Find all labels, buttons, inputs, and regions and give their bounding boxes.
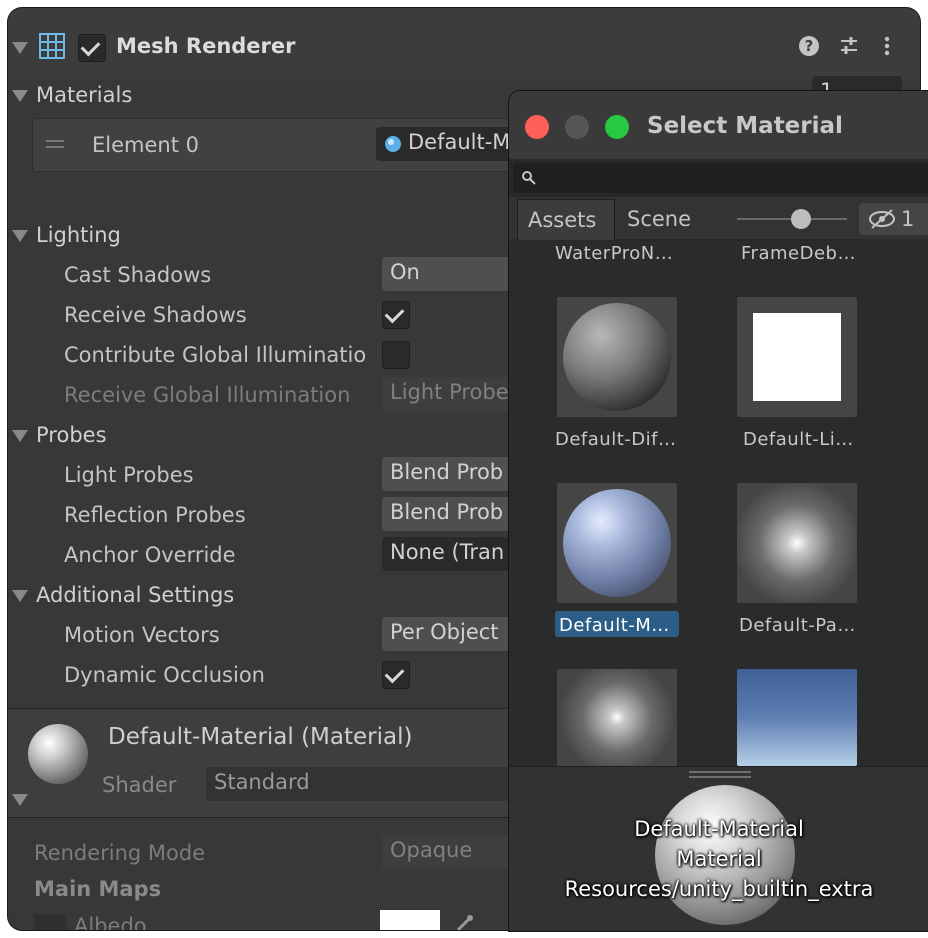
motion-vectors-label: Motion Vectors: [64, 623, 220, 647]
receive-shadows-label: Receive Shadows: [64, 303, 247, 327]
popup-title: Select Material: [647, 113, 843, 139]
additional-header[interactable]: Additional Settings: [36, 583, 234, 607]
help-icon[interactable]: ?: [798, 35, 820, 57]
lighting-foldout-arrow[interactable]: [12, 230, 28, 242]
shader-dropdown[interactable]: Standard: [206, 767, 536, 801]
asset-caption[interactable]: FrameDeb…: [741, 243, 856, 264]
light-probes-label: Light Probes: [64, 463, 194, 487]
contribute-gi-label: Contribute Global Illuminatio: [64, 343, 367, 367]
receive-shadows-checkbox[interactable]: [382, 301, 410, 329]
probes-header[interactable]: Probes: [36, 423, 107, 447]
kebab-menu-icon[interactable]: [882, 35, 892, 57]
main-maps-label: Main Maps: [34, 877, 162, 901]
materials-header[interactable]: Materials: [36, 83, 132, 107]
cast-shadows-label: Cast Shadows: [64, 263, 212, 287]
material-foldout-arrow[interactable]: [12, 794, 28, 806]
hidden-eye-icon: [869, 209, 895, 229]
material-name: Default-Material (Material): [108, 724, 413, 750]
probes-foldout-arrow[interactable]: [12, 430, 28, 442]
component-foldout-arrow[interactable]: [12, 42, 28, 54]
dynamic-occlusion-checkbox[interactable]: [382, 661, 410, 689]
element-label: Element 0: [92, 133, 199, 157]
asset-caption[interactable]: Default-Pa…: [739, 615, 856, 636]
dynamic-occlusion-label: Dynamic Occlusion: [64, 663, 265, 687]
preview-name: Default-Material: [634, 817, 804, 841]
material-preview-sphere: [28, 724, 88, 784]
zoom-slider-thumb[interactable]: [791, 209, 811, 229]
zoom-button[interactable]: [605, 115, 629, 139]
albedo-color-field[interactable]: [380, 910, 440, 930]
search-icon: [522, 171, 536, 185]
lighting-header[interactable]: Lighting: [36, 223, 121, 247]
component-title: Mesh Renderer: [116, 34, 296, 58]
close-button[interactable]: [525, 115, 549, 139]
material-dot-icon: [385, 136, 401, 152]
rendering-mode-label: Rendering Mode: [34, 841, 206, 865]
receive-gi-label: Receive Global Illumination: [64, 383, 351, 407]
asset-caption[interactable]: Default-M…: [559, 615, 670, 636]
asset-thumb-skybox[interactable]: [737, 669, 857, 766]
asset-thumb-particle[interactable]: [557, 669, 677, 766]
select-material-window: Select Material Assets Scene 1 WaterProN…: [508, 90, 928, 932]
contribute-gi-checkbox[interactable]: [382, 341, 410, 369]
anchor-override-label: Anchor Override: [64, 543, 236, 567]
asset-thumb-default-particle[interactable]: [737, 483, 857, 603]
asset-caption[interactable]: WaterProN…: [555, 243, 673, 264]
component-enabled-checkbox[interactable]: [78, 34, 106, 62]
asset-caption[interactable]: Default-Li…: [743, 429, 854, 450]
element-material-field[interactable]: Default-M: [376, 127, 526, 161]
reflection-probes-label: Reflection Probes: [64, 503, 246, 527]
svg-text:?: ?: [805, 37, 814, 55]
asset-thumb-default-material[interactable]: [557, 483, 677, 603]
asset-caption[interactable]: Default-Dif…: [555, 429, 676, 450]
tab-assets[interactable]: Assets: [517, 199, 615, 240]
preset-icon[interactable]: [838, 35, 860, 57]
preview-type: Material: [676, 847, 762, 871]
hidden-count: 1: [901, 207, 915, 231]
asset-thumb-default-diffuse[interactable]: [557, 297, 677, 417]
preview-path: Resources/unity_builtin_extra: [564, 877, 874, 901]
albedo-texture-slot[interactable]: [34, 914, 66, 930]
asset-thumb-default-line[interactable]: [737, 297, 857, 417]
minimize-button[interactable]: [565, 115, 589, 139]
additional-foldout-arrow[interactable]: [12, 590, 28, 602]
drag-handle-icon[interactable]: [46, 140, 64, 142]
materials-foldout-arrow[interactable]: [12, 90, 28, 102]
tab-scene[interactable]: Scene: [615, 199, 711, 239]
resize-handle-icon[interactable]: [689, 771, 751, 773]
eyedropper-icon[interactable]: [454, 912, 476, 930]
albedo-label: Albedo: [74, 914, 147, 930]
mesh-grid-icon: [39, 33, 65, 59]
search-input[interactable]: [513, 163, 928, 193]
shader-label: Shader: [102, 773, 177, 797]
